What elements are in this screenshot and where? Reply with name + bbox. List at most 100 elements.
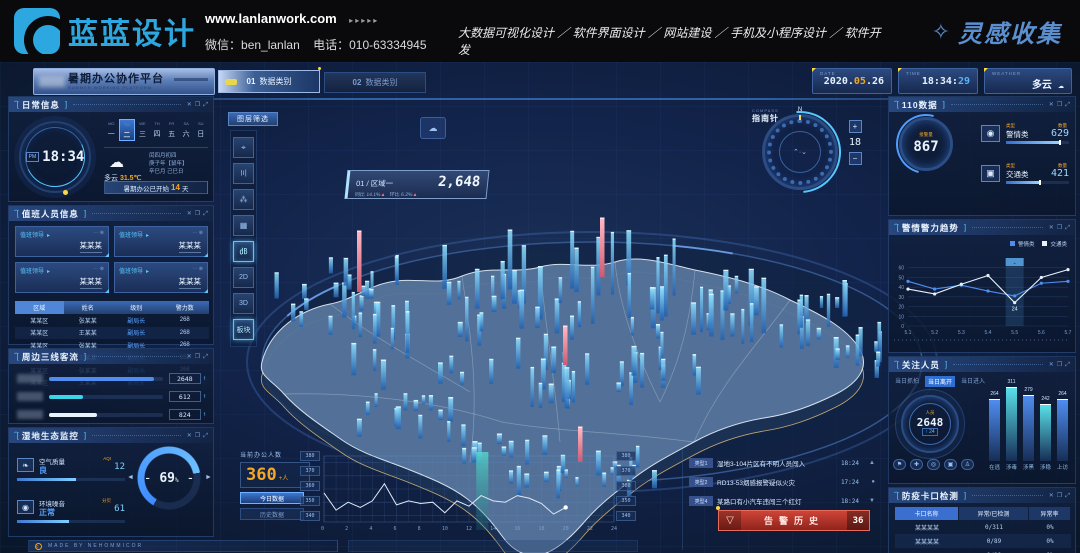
focus-tab[interactable]: 当日抓拍 (895, 376, 919, 387)
alert-row[interactable]: 类型1湿地3-104片区有不明人员闯入18:24▲ (689, 456, 859, 470)
site-url[interactable]: www.lanlanwork.com (205, 11, 337, 26)
close-icon[interactable]: ✕ (1049, 101, 1054, 109)
close-icon[interactable]: ✕ (187, 210, 192, 218)
duty-leader-card[interactable]: 值班领导▸⋯ ⊗某某某 (114, 226, 208, 257)
close-icon[interactable]: ✕ (1049, 492, 1054, 500)
focus-tabs: 当日抓拍当日离开当日进入 (895, 376, 985, 387)
expand-icon[interactable]: ⤢ (203, 210, 208, 218)
duty-leader-card[interactable]: 值班领导▸⋯ ⊗某某某 (15, 226, 109, 257)
week-en-label: SU (193, 121, 208, 126)
card-actions[interactable]: ⋯ ⊗ (93, 266, 104, 272)
x-axis-label: 14 (490, 526, 496, 532)
expand-icon[interactable]: ⤢ (1065, 492, 1070, 500)
layer-button-chart-db[interactable]: ㏈ (233, 241, 254, 262)
layer-button-signal[interactable]: 〣 (233, 163, 254, 184)
alert-row[interactable]: 类型4某路口有小汽车违闯三个红灯18:24▼ (689, 494, 859, 508)
logo[interactable]: 蓝蓝设计 (14, 8, 196, 54)
layer-button-blocks[interactable]: 板块 (233, 319, 254, 340)
category-name: 警情类 (1006, 129, 1029, 140)
duty-name: 某某某 (179, 276, 202, 289)
week-day-mo[interactable]: MO一 (104, 119, 119, 141)
table-row[interactable]: 某某区王某某副局长268 (15, 327, 209, 340)
today-data-button[interactable]: 今日数据 (240, 492, 304, 504)
duty-leader-card[interactable]: 值班领导▸⋯ ⊗某某某 (114, 262, 208, 293)
siren-icon: ◉ (981, 125, 1000, 142)
window-icon[interactable]: ❐ (195, 432, 200, 440)
map-tooltip: 01 / 区域一 2,648 同比 14.1%▲ 环比 6.2%▲ (344, 170, 489, 199)
table-row[interactable]: 某某某某0/890% (895, 534, 1071, 548)
week-day-th[interactable]: TH四 (150, 119, 165, 141)
x-axis-label: 6 (394, 526, 397, 532)
inspiration-collect[interactable]: ✧ 灵感收集 (932, 14, 1062, 49)
close-icon[interactable]: ✕ (1049, 361, 1054, 369)
history-data-button[interactable]: 历史数据 (240, 508, 304, 520)
person-icon[interactable]: ♙ (961, 459, 974, 470)
cloud-upload-icon[interactable]: ☁ (420, 117, 446, 139)
bar-fill (1006, 181, 1041, 184)
week-day-su[interactable]: SU日 (193, 119, 208, 141)
alert-time: 17:24 (841, 479, 859, 486)
layer-button-building[interactable]: ▦ (233, 215, 254, 236)
table-row[interactable]: 某某区张某某副局长268 (15, 314, 209, 327)
close-icon[interactable]: ✕ (187, 432, 192, 440)
duty-leader-card[interactable]: 值班领导▸⋯ ⊗某某某 (15, 262, 109, 293)
up-arrow-icon: ▲ (412, 192, 418, 198)
table-cell: 某某某某 (895, 534, 959, 548)
close-icon[interactable]: ✕ (187, 353, 192, 361)
alert-row[interactable]: 类型2RD13-53烟感报警疑似火灾17:24● (689, 475, 859, 489)
window-icon[interactable]: ❐ (195, 353, 200, 361)
north-label: N (798, 107, 802, 113)
close-icon[interactable]: ✕ (187, 101, 192, 109)
window-icon[interactable]: ❐ (1057, 361, 1062, 369)
table-cell: 0/89 (959, 548, 1029, 553)
focus-bar: 242涉稳 (1040, 404, 1051, 461)
week-day-we[interactable]: WE三 (135, 119, 150, 141)
scroll-dot-icon[interactable]: ● (871, 479, 875, 485)
flag-icon[interactable]: ⚑ (893, 459, 906, 470)
layer-button-3d[interactable]: 3D (233, 293, 254, 314)
svg-text:5.4: 5.4 (985, 330, 992, 336)
plus-icon[interactable]: ✚ (910, 459, 923, 470)
office-count-value: 360 (246, 465, 277, 485)
zoom-out-button[interactable]: − (849, 152, 862, 165)
expand-icon[interactable]: ⤢ (1065, 101, 1070, 109)
focus-tab[interactable]: 当日离开 (925, 376, 955, 387)
week-en-label: WE (135, 121, 150, 126)
scroll-up-icon[interactable]: ▲ (869, 460, 875, 466)
card-actions[interactable]: ⋯ ⊗ (192, 266, 203, 272)
target-icon[interactable]: ◎ (927, 459, 940, 470)
expand-icon[interactable]: ⤢ (203, 101, 208, 109)
window-icon[interactable]: ❐ (195, 101, 200, 109)
scroll-down-icon[interactable]: ▼ (869, 498, 875, 504)
table-row[interactable]: 某某某某0/3110% (895, 520, 1071, 534)
focus-tab[interactable]: 当日进入 (961, 376, 985, 387)
alarm-history-button[interactable]: ▽ 告警历史 36 (718, 510, 870, 531)
window-icon[interactable]: ❐ (195, 210, 200, 218)
table-row[interactable]: 某某某某0/890% (895, 548, 1071, 553)
zoom-in-button[interactable]: + (849, 120, 862, 133)
camera-icon[interactable]: ▣ (944, 459, 957, 470)
layer-filter-toolbar: ⌖ 〣 ⁂ ▦ ㏈ 2D 3D 板块 (230, 130, 257, 347)
compass[interactable]: N ⌃·⌄ (762, 114, 838, 190)
eco-status: 正常 (39, 507, 55, 518)
window-icon[interactable]: ❐ (1057, 101, 1062, 109)
layer-button-people[interactable]: ⁂ (233, 189, 254, 210)
window-icon[interactable]: ❐ (1057, 224, 1062, 232)
expand-icon[interactable]: ⤢ (1065, 361, 1070, 369)
panel-duty-title: ˝[值班人员信息] ✕❐⤢ (9, 206, 213, 221)
gauge-right-arrow[interactable]: ► (205, 474, 212, 481)
expand-icon[interactable]: ⤢ (1065, 224, 1070, 232)
wechat-label: 微信： (205, 38, 241, 52)
week-day-fr[interactable]: FR五 (164, 119, 179, 141)
week-day-sa[interactable]: SA六 (179, 119, 194, 141)
expand-icon[interactable]: ⤢ (203, 432, 208, 440)
week-day-tu[interactable]: TU二 (119, 119, 136, 141)
card-actions[interactable]: ⋯ ⊗ (93, 230, 104, 236)
expand-icon[interactable]: ⤢ (203, 353, 208, 361)
window-icon[interactable]: ❐ (1057, 492, 1062, 500)
card-actions[interactable]: ⋯ ⊗ (192, 230, 203, 236)
close-icon[interactable]: ✕ (1049, 224, 1054, 232)
layer-button-2d[interactable]: 2D (233, 267, 254, 288)
gauge-left-arrow[interactable]: ◄ (127, 474, 134, 481)
layer-button-camera[interactable]: ⌖ (233, 137, 254, 158)
